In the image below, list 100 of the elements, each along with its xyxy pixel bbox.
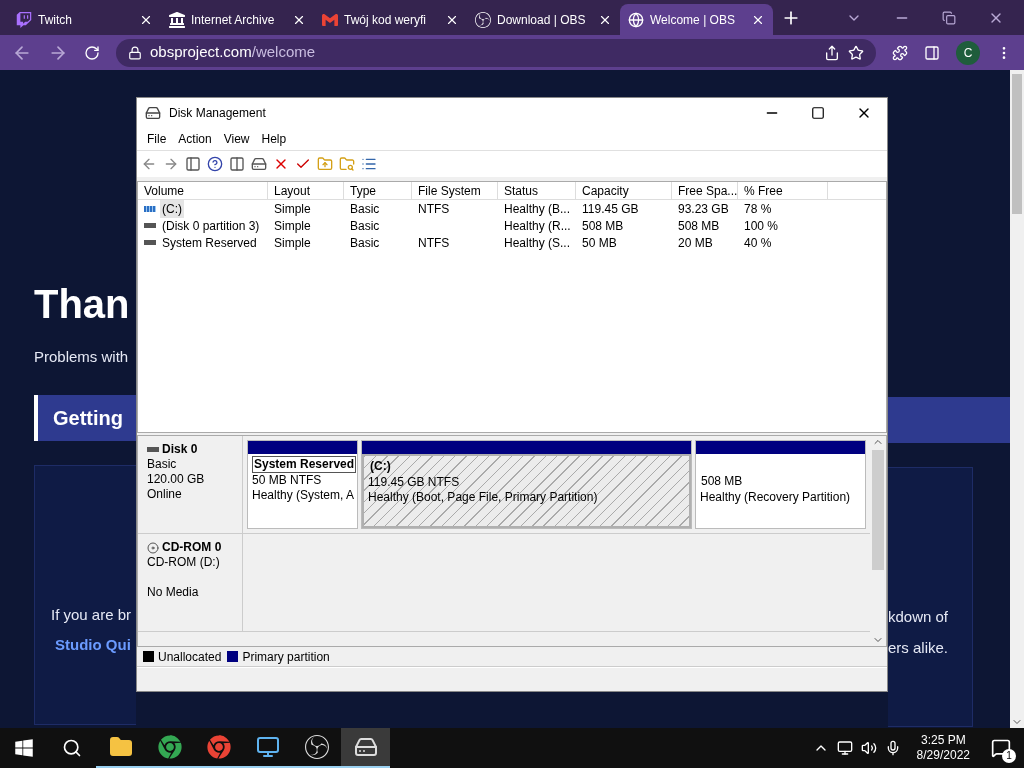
table-cell-text: Simple <box>274 200 311 218</box>
tab-title: Internet Archive <box>191 11 276 29</box>
page-heading: Than <box>34 282 131 326</box>
table-cell[interactable]: (Disk 0 partition 3) <box>160 216 262 235</box>
table-cell-text: Basic <box>350 217 380 235</box>
back-icon[interactable] <box>141 156 157 172</box>
network-icon[interactable] <box>836 740 853 756</box>
maximize-icon[interactable] <box>811 105 825 120</box>
globe-icon <box>628 11 644 28</box>
table-cell[interactable]: System Reserved <box>160 233 259 252</box>
page-subtitle: Problems with <box>34 347 130 367</box>
column-header[interactable]: Volume <box>138 182 268 199</box>
partition-info: Healthy (System, A <box>252 488 353 503</box>
column-header[interactable]: File System <box>412 182 498 199</box>
tab-title: Welcome | OBS <box>650 11 736 29</box>
disk-drive-icon <box>145 104 161 121</box>
table-cell-text: 40 % <box>744 234 772 252</box>
restore-icon[interactable] <box>942 10 956 25</box>
circle-logo-icon <box>475 11 491 28</box>
section-banner: Getting <box>34 394 136 441</box>
disk-drive-icon[interactable] <box>353 735 378 759</box>
column-header[interactable]: % Free <box>738 182 828 199</box>
link-text[interactable]: Studio Qui <box>51 634 136 657</box>
partition-block[interactable]: System Reserved 50 MB NTFS Healthy (System, A <box>247 440 358 529</box>
table-cell-text: Basic <box>350 200 380 218</box>
browser-tab[interactable]: Welcome | OBS <box>620 4 773 35</box>
table-cell-text: Basic <box>350 234 380 252</box>
table-cell-text: Healthy (S... <box>504 234 571 252</box>
mail-icon <box>322 11 338 28</box>
table-cell-text: NTFS <box>418 200 450 218</box>
taskbar-button[interactable] <box>341 728 390 768</box>
browser-tab[interactable]: Twitch <box>8 4 161 35</box>
console-tree-icon[interactable] <box>185 156 201 172</box>
partition-block[interactable]: 508 MB Healthy (Recovery Partition) <box>695 440 866 529</box>
partition-info: 508 MB <box>700 473 744 490</box>
menu-item[interactable]: File <box>141 129 173 148</box>
reload-icon[interactable] <box>84 44 100 61</box>
volume-icon <box>144 223 156 228</box>
body-text: If you are br <box>51 604 133 625</box>
partition-block[interactable]: (C:) 119.45 GB NTFS Healthy (Boot, Page File, Primary Partition) <box>361 440 692 529</box>
tab-title: Twój kod weryfi <box>344 11 428 29</box>
table-cell-text: Healthy (B... <box>504 200 571 218</box>
forward-icon[interactable] <box>163 156 179 172</box>
address-field[interactable]: obsproject.com/welcome <box>116 38 876 67</box>
action-pane-icon[interactable] <box>229 156 245 172</box>
table-cell-text: 508 MB <box>678 217 720 235</box>
profile-avatar[interactable]: C <box>956 40 980 65</box>
partition-name: System Reserved <box>252 456 357 473</box>
column-header[interactable]: Capacity <box>576 182 672 199</box>
disk-size: 120.00 GB <box>147 472 206 487</box>
table-cell-text: 78 % <box>744 200 772 218</box>
folder-icon[interactable] <box>108 735 133 759</box>
lock-icon <box>128 45 142 60</box>
properties-icon[interactable] <box>361 156 377 172</box>
tab-title: Download | OBS <box>497 11 587 29</box>
column-header[interactable]: Layout <box>268 182 344 199</box>
browser-icon[interactable] <box>206 735 231 759</box>
legend-label: Unallocated <box>158 648 222 666</box>
tab-title: Twitch <box>38 11 73 29</box>
column-header[interactable]: Free Spa... <box>672 182 738 199</box>
browser-tab[interactable]: Download | OBS <box>467 4 620 35</box>
chat-bubble-icon <box>16 11 32 28</box>
start-icon[interactable] <box>14 738 34 758</box>
clock-time[interactable]: 3:25 PM <box>920 733 966 748</box>
help-icon[interactable] <box>207 156 223 172</box>
scroll-thumb[interactable] <box>872 450 884 570</box>
disc-icon <box>147 541 159 554</box>
body-text: kdown of <box>888 607 950 627</box>
partition-info: 119.45 GB NTFS <box>368 475 461 490</box>
table-cell-text: 508 MB <box>582 217 624 235</box>
circle-logo-icon[interactable] <box>304 735 329 759</box>
table-cell-text: 93.23 GB <box>678 200 729 218</box>
partition-name: (C:) <box>369 458 392 475</box>
scroll-thumb[interactable] <box>1012 74 1022 214</box>
disk-name: Disk 0 <box>162 442 198 457</box>
clock-date[interactable]: 8/29/2022 <box>916 748 970 763</box>
volume-icon[interactable] <box>860 740 877 756</box>
menu-item[interactable]: Action <box>172 129 218 148</box>
partition-info: Healthy (Boot, Page File, Primary Partition) <box>368 490 599 505</box>
search-icon[interactable] <box>62 738 82 758</box>
browser-tab[interactable]: Twój kod weryfi <box>314 4 467 35</box>
table-cell-text: 100 % <box>744 217 779 235</box>
disk-status: Online <box>147 487 183 502</box>
notification-badge: 1 <box>1002 749 1016 763</box>
menu-item[interactable]: View <box>217 129 256 148</box>
legend-label: Primary partition <box>242 648 330 666</box>
browser-icon[interactable] <box>157 735 182 759</box>
column-header[interactable]: Status <box>498 182 576 199</box>
column-header[interactable]: Type <box>344 182 412 199</box>
browser-tab[interactable]: Internet Archive <box>161 4 314 35</box>
drive-icon[interactable] <box>251 156 267 172</box>
extensions-icon[interactable] <box>892 44 908 61</box>
control-panel-icon[interactable] <box>255 735 280 759</box>
window-title: Disk Management <box>169 104 266 122</box>
menu-item[interactable]: Help <box>255 129 293 148</box>
bookmark-star-icon[interactable] <box>848 44 864 61</box>
url-host: obsproject.com <box>150 42 252 63</box>
share-icon[interactable] <box>824 44 840 61</box>
side-panel-icon[interactable] <box>924 44 940 61</box>
disk-status: No Media <box>147 585 200 600</box>
